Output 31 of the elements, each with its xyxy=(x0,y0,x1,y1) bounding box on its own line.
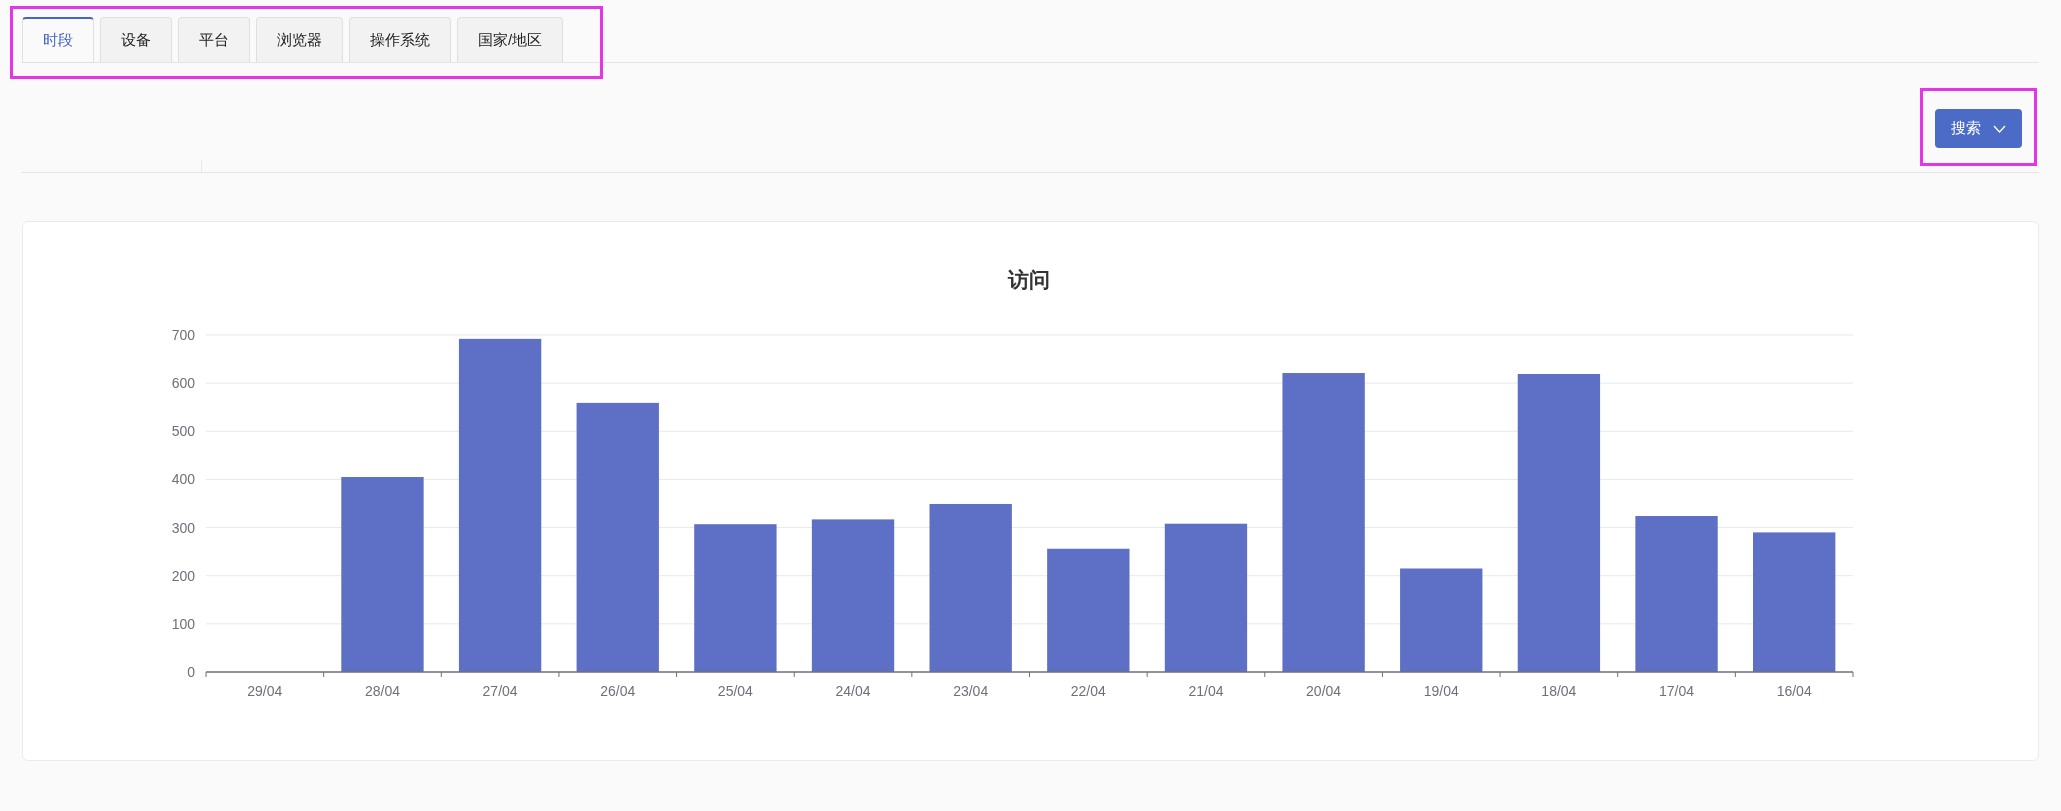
y-tick-label: 700 xyxy=(171,327,195,343)
x-tick-label: 17/04 xyxy=(1659,683,1695,699)
x-tick-label: 21/04 xyxy=(1188,683,1224,699)
x-tick-label: 18/04 xyxy=(1541,683,1577,699)
tab[interactable]: 设备 xyxy=(100,17,172,62)
y-tick-label: 500 xyxy=(171,423,195,440)
x-tick-label: 23/04 xyxy=(953,683,989,699)
chart-title: 访问 xyxy=(1008,268,1050,291)
tab[interactable]: 平台 xyxy=(178,17,250,62)
tab[interactable]: 国家/地区 xyxy=(457,17,564,62)
y-tick-label: 600 xyxy=(171,375,195,392)
y-tick-label: 100 xyxy=(171,615,195,632)
x-tick-label: 20/04 xyxy=(1306,683,1342,699)
y-tick-label: 200 xyxy=(171,567,195,584)
x-tick-label: 22/04 xyxy=(1070,683,1106,699)
x-tick-label: 19/04 xyxy=(1423,683,1459,699)
y-tick-label: 0 xyxy=(187,664,195,680)
chevron-down-icon xyxy=(1993,124,2006,133)
search-button[interactable]: 搜索 xyxy=(1935,109,2022,148)
x-tick-label: 26/04 xyxy=(600,683,636,699)
x-tick-label: 29/04 xyxy=(247,683,283,699)
x-tick-label: 25/04 xyxy=(717,683,753,699)
tab[interactable]: 浏览器 xyxy=(256,17,343,62)
y-tick-label: 400 xyxy=(171,471,195,488)
x-tick-label: 28/04 xyxy=(364,683,400,699)
x-tick-label: 24/04 xyxy=(835,683,871,699)
tab[interactable]: 时段 xyxy=(22,17,94,63)
tab[interactable]: 操作系统 xyxy=(349,17,451,62)
x-tick-label: 27/04 xyxy=(482,683,518,699)
x-tick-label: 16/04 xyxy=(1776,683,1812,699)
y-tick-label: 300 xyxy=(171,519,195,536)
